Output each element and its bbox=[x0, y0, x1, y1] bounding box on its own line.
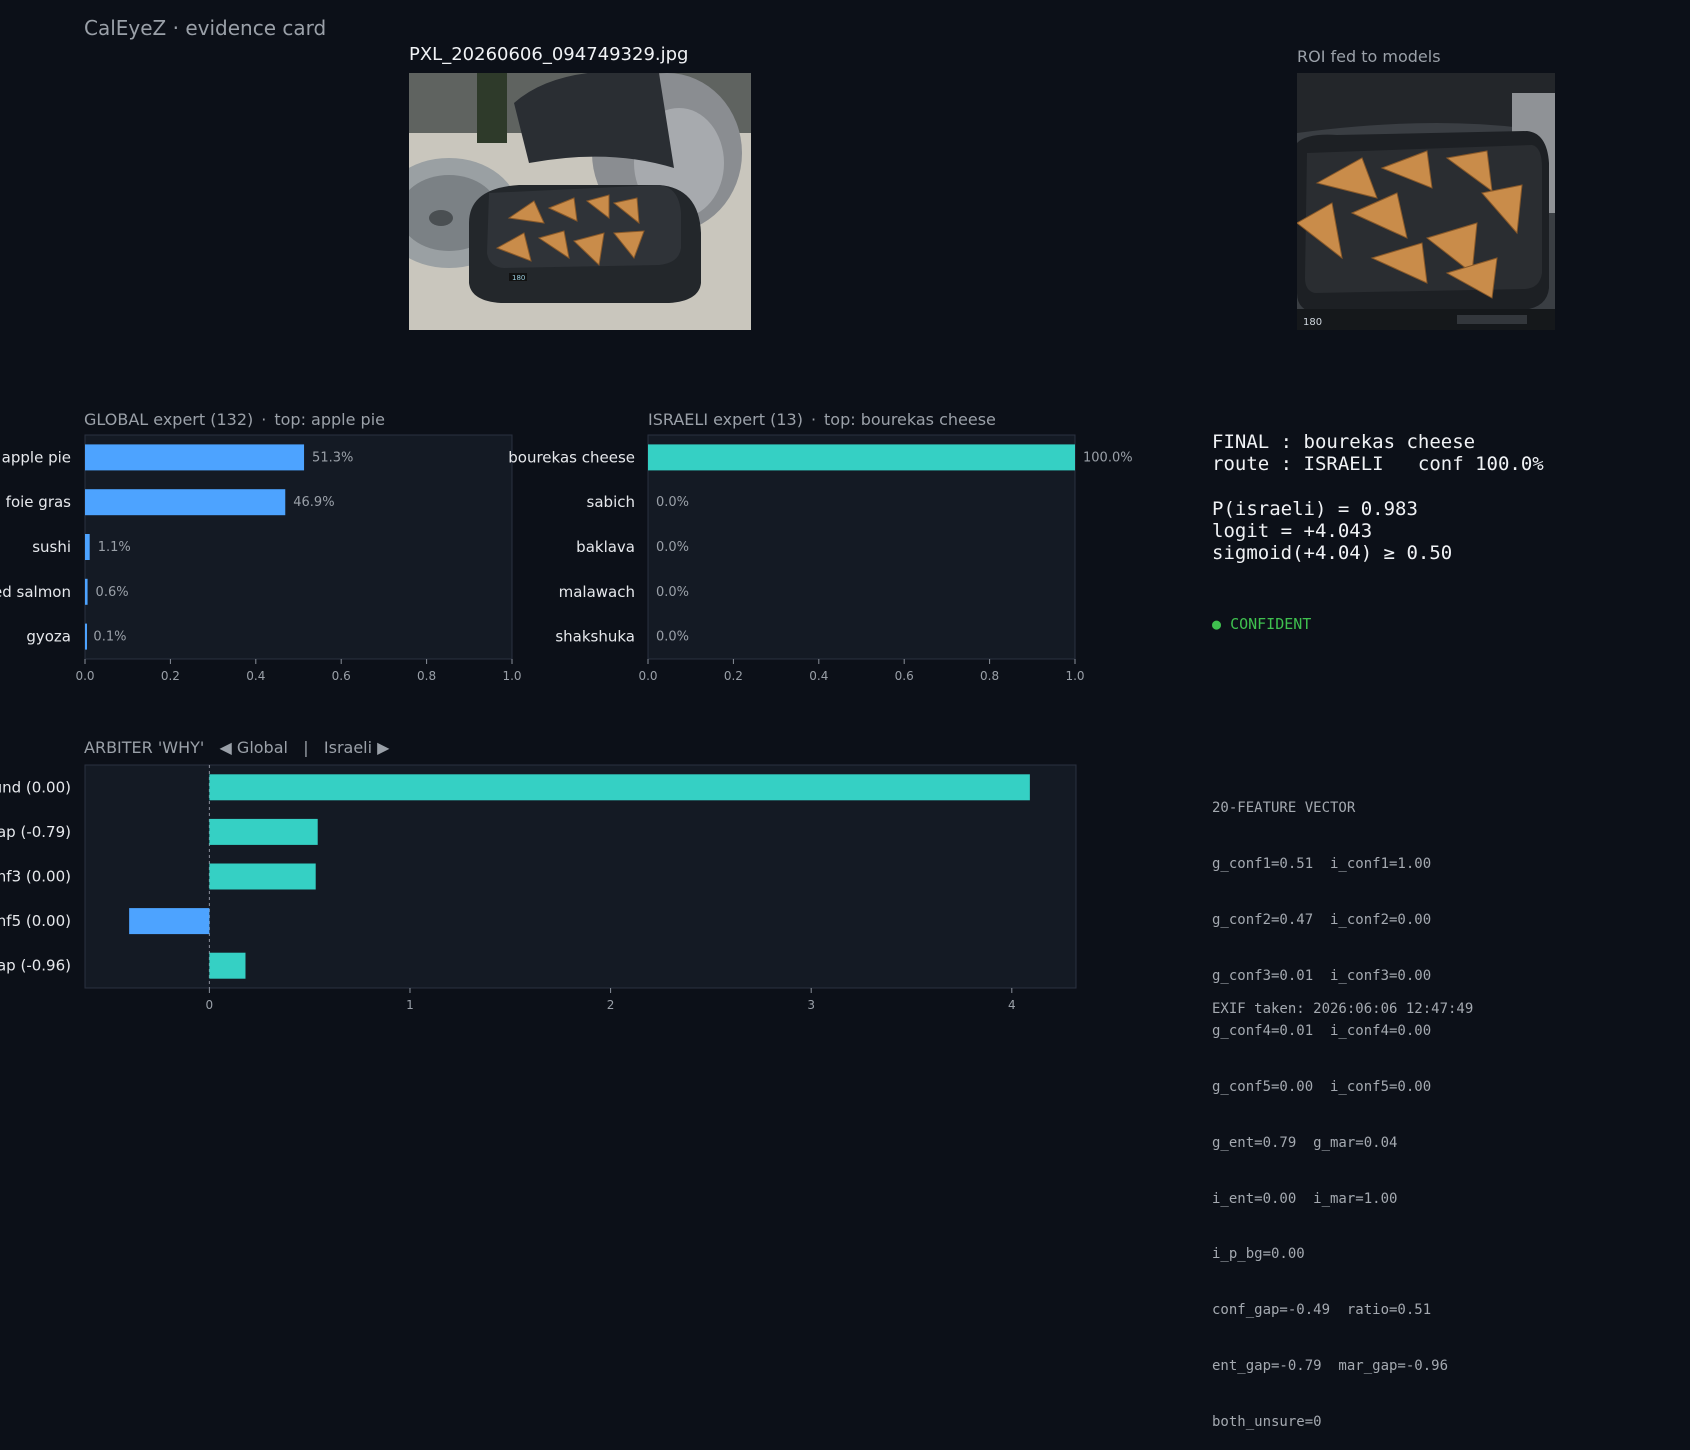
route-line: route : ISRAELI conf 100.0% bbox=[1212, 453, 1544, 475]
arbiter-bar bbox=[209, 863, 316, 890]
arbiter-category-label: onf3 (0.00) bbox=[0, 868, 71, 886]
arbiter-category-label: gap (-0.79) bbox=[0, 823, 71, 841]
feature-heading: 20-FEATURE VECTOR bbox=[1212, 800, 1356, 817]
feature-line: g_ent=0.79 g_mar=0.04 bbox=[1212, 1134, 1398, 1151]
arbiter-bar bbox=[209, 952, 246, 979]
probability-block: P(israeli) = 0.983 logit = +4.043 sigmoid(… bbox=[1212, 498, 1452, 564]
global-category-label: smoked salmon bbox=[0, 583, 71, 601]
global-value-label: 0.1% bbox=[93, 630, 126, 645]
global-bar bbox=[85, 623, 87, 650]
global-value-label: 0.6% bbox=[96, 585, 129, 600]
exif-timestamp: EXIF taken: 2026:06:06 12:47:49 bbox=[1212, 1001, 1474, 1017]
x-tick-label: 0 bbox=[206, 998, 214, 1012]
israeli-value-label: 0.0% bbox=[656, 585, 689, 600]
x-tick-label: 0.8 bbox=[417, 669, 436, 683]
status-label: CONFIDENT bbox=[1230, 615, 1312, 633]
x-tick-label: 4 bbox=[1008, 998, 1016, 1012]
global-bar bbox=[85, 578, 88, 605]
x-tick-label: 1 bbox=[406, 998, 414, 1012]
israeli-category-label: sabich bbox=[587, 493, 635, 511]
global-value-label: 46.9% bbox=[293, 495, 334, 510]
global-bar bbox=[85, 489, 286, 516]
final-block: FINAL : bourekas cheese route : ISRAELI c… bbox=[1212, 431, 1544, 475]
feature-line: both_unsure=0 bbox=[1212, 1413, 1322, 1430]
israeli-category-label: baklava bbox=[576, 538, 635, 556]
global-category-label: gyoza bbox=[26, 628, 71, 646]
israeli-value-label: 0.0% bbox=[656, 495, 689, 510]
feature-line: i_ent=0.00 i_mar=1.00 bbox=[1212, 1190, 1398, 1207]
x-tick-label: 3 bbox=[807, 998, 815, 1012]
x-tick-label: 0.0 bbox=[75, 669, 94, 683]
confidence-status: ● CONFIDENT bbox=[1212, 615, 1311, 633]
global-bar bbox=[85, 534, 90, 560]
arbiter-bar bbox=[209, 774, 1030, 801]
feature-line: conf_gap=-0.49 ratio=0.51 bbox=[1212, 1302, 1432, 1319]
final-line: FINAL : bourekas cheese bbox=[1212, 431, 1476, 453]
x-tick-label: 0.2 bbox=[724, 669, 743, 683]
feature-line: g_conf2=0.47 i_conf2=0.00 bbox=[1212, 911, 1432, 928]
global-value-label: 1.1% bbox=[98, 540, 131, 555]
israeli-value-label: 0.0% bbox=[656, 540, 689, 555]
arbiter-category-label: onf5 (0.00) bbox=[0, 912, 71, 930]
arbiter-category-label: gap (-0.96) bbox=[0, 957, 71, 975]
feature-line: g_conf5=0.00 i_conf5=0.00 bbox=[1212, 1079, 1432, 1096]
feature-vector: 20-FEATURE VECTOR g_conf1=0.51 i_conf1=1… bbox=[1212, 762, 1448, 1450]
global-category-label: sushi bbox=[32, 538, 71, 556]
logit-line: logit = +4.043 bbox=[1212, 520, 1373, 542]
global-category-label: foie gras bbox=[6, 493, 72, 511]
x-tick-label: 0.4 bbox=[246, 669, 265, 683]
global-value-label: 51.3% bbox=[312, 450, 353, 465]
x-tick-label: 0.6 bbox=[895, 669, 914, 683]
feature-line: g_conf1=0.51 i_conf1=1.00 bbox=[1212, 855, 1432, 872]
feature-line: g_conf4=0.01 i_conf4=0.00 bbox=[1212, 1023, 1432, 1040]
global-category-label: apple pie bbox=[2, 448, 71, 466]
x-tick-label: 0.0 bbox=[638, 669, 657, 683]
x-tick-label: 0.8 bbox=[980, 669, 999, 683]
sigmoid-line: sigmoid(+4.04) ≥ 0.50 bbox=[1212, 542, 1453, 564]
x-tick-label: 0.2 bbox=[161, 669, 180, 683]
arbiter-bar bbox=[129, 908, 210, 935]
israeli-value-label: 0.0% bbox=[656, 630, 689, 645]
arbiter-category-label: und (0.00) bbox=[0, 778, 71, 796]
feature-line: g_conf3=0.01 i_conf3=0.00 bbox=[1212, 967, 1432, 984]
israeli-bar bbox=[648, 444, 1075, 471]
x-tick-label: 0.6 bbox=[332, 669, 351, 683]
x-tick-label: 0.4 bbox=[809, 669, 828, 683]
feature-line: ent_gap=-0.79 mar_gap=-0.96 bbox=[1212, 1358, 1449, 1374]
x-tick-label: 1.0 bbox=[502, 669, 521, 683]
x-tick-label: 1.0 bbox=[1065, 669, 1084, 683]
status-dot-icon: ● bbox=[1212, 615, 1222, 633]
israeli-category-label: malawach bbox=[559, 583, 635, 601]
p-israeli-line: P(israeli) = 0.983 bbox=[1212, 498, 1418, 520]
israeli-category-label: bourekas cheese bbox=[508, 448, 635, 466]
israeli-category-label: shakshuka bbox=[555, 628, 635, 646]
x-tick-label: 2 bbox=[607, 998, 615, 1012]
global-bar bbox=[85, 444, 305, 471]
israeli-value-label: 100.0% bbox=[1083, 450, 1133, 465]
feature-line: i_p_bg=0.00 bbox=[1212, 1246, 1305, 1263]
arbiter-bar bbox=[209, 818, 318, 845]
